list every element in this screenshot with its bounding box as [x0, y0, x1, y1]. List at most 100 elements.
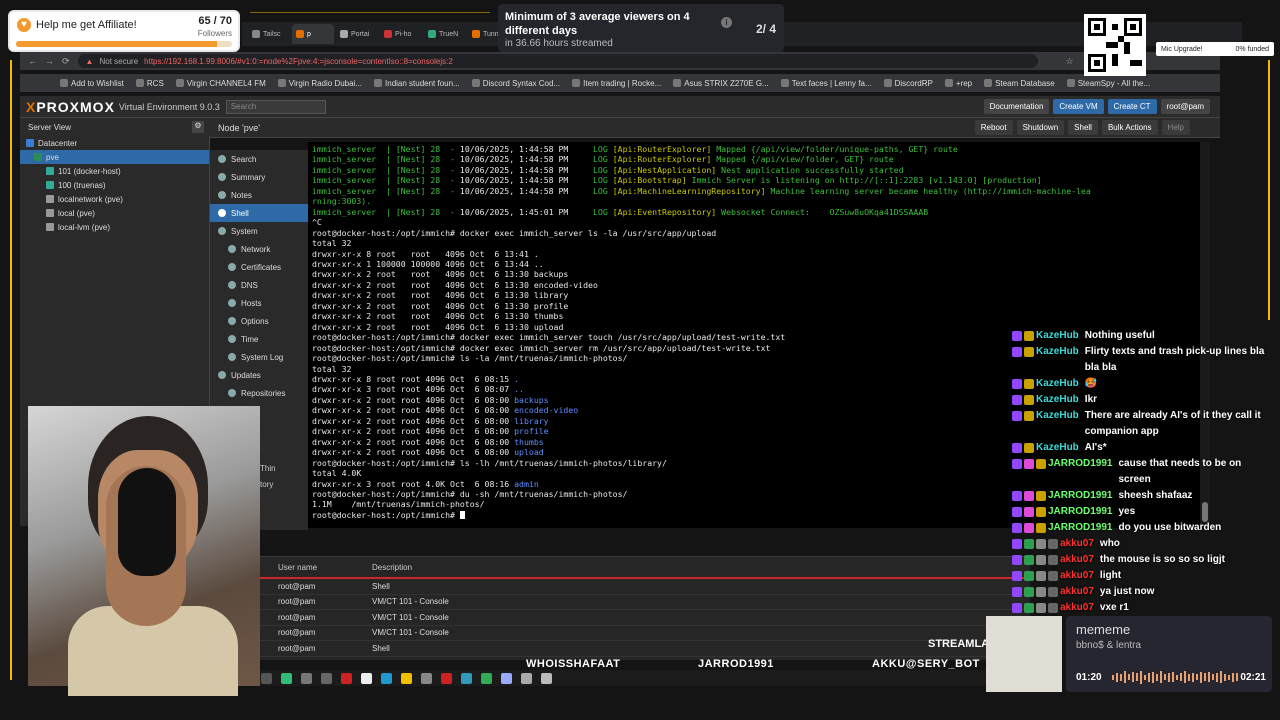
chat-username[interactable]: KazeHub: [1036, 440, 1079, 456]
taskbar-app-icon[interactable]: [401, 672, 412, 684]
menu-item-certificates[interactable]: Certificates: [210, 258, 308, 276]
taskbar-app-icon[interactable]: [521, 672, 532, 684]
bookmark-item[interactable]: SteamSpy - All the...: [1066, 79, 1150, 88]
menu-item-repositories[interactable]: Repositories: [210, 384, 308, 402]
chat-message: akku07 light: [1012, 568, 1274, 584]
taskbar-app-icon[interactable]: [501, 672, 512, 684]
tree-item[interactable]: local (pve): [20, 206, 209, 220]
chat-username[interactable]: akku07: [1060, 536, 1094, 552]
bookmark-item[interactable]: Asus STRIX Z270E G...: [673, 79, 769, 88]
bulk-actions-button[interactable]: Bulk Actions: [1101, 120, 1158, 135]
chat-username[interactable]: JARROD1991: [1048, 456, 1112, 472]
browser-tab[interactable]: Portai: [336, 24, 378, 44]
chat-username[interactable]: KazeHub: [1036, 344, 1079, 360]
forward-icon[interactable]: →: [45, 56, 54, 66]
bookmark-item[interactable]: Add to Wishlist: [60, 79, 124, 88]
bookmark-item[interactable]: RCS: [135, 79, 164, 88]
help-button[interactable]: Help: [1161, 120, 1190, 135]
taskbar-app-icon[interactable]: [421, 672, 432, 684]
chat-username[interactable]: KazeHub: [1036, 376, 1079, 392]
username-column-header[interactable]: User name: [260, 563, 372, 572]
menu-item-network[interactable]: Network: [210, 240, 308, 258]
menu-item-hosts[interactable]: Hosts: [210, 294, 308, 312]
bookmark-item[interactable]: Text faces | Lenny fa...: [780, 79, 872, 88]
menu-item-system[interactable]: System: [210, 222, 308, 240]
chat-username[interactable]: akku07: [1060, 584, 1094, 600]
taskbar-app-icon[interactable]: [321, 672, 332, 684]
chat-username[interactable]: JARROD1991: [1048, 520, 1112, 536]
chat-username[interactable]: JARROD1991: [1048, 488, 1112, 504]
chat-username[interactable]: JARROD1991: [1048, 504, 1112, 520]
menu-item-shell[interactable]: Shell: [210, 204, 308, 222]
menu-item-options[interactable]: Options: [210, 312, 308, 330]
taskbar-app-icon[interactable]: [541, 672, 552, 684]
taskbar-app-icon[interactable]: [301, 672, 312, 684]
taskbar-app-icon[interactable]: [381, 672, 392, 684]
gear-icon[interactable]: ⚙: [192, 121, 204, 133]
reload-icon[interactable]: ⟳: [62, 56, 70, 67]
chat-username[interactable]: akku07: [1060, 600, 1094, 616]
server-view-select[interactable]: Server View: [28, 123, 71, 132]
bookmark-item[interactable]: Virgin Radio Dubai...: [277, 79, 362, 88]
proxmox-search-input[interactable]: Search: [225, 99, 326, 114]
chat-username[interactable]: akku07: [1060, 568, 1094, 584]
taskbar-app-icon[interactable]: [441, 672, 452, 684]
menu-item-updates[interactable]: Updates: [210, 366, 308, 384]
shell-button[interactable]: Shell: [1068, 120, 1098, 135]
back-icon[interactable]: ←: [28, 56, 37, 66]
chat-username[interactable]: KazeHub: [1036, 392, 1079, 408]
taskbar-app-icon[interactable]: [281, 672, 292, 684]
taskbar-app-icon[interactable]: [261, 672, 272, 684]
tree-item[interactable]: 101 (docker-host): [20, 164, 209, 178]
menu-item-system-log[interactable]: System Log: [210, 348, 308, 366]
bookmark-item[interactable]: Virgin CHANNEL4 FM: [175, 79, 266, 88]
taskbar-app-icon[interactable]: [481, 672, 492, 684]
taskbar-app-icon[interactable]: [461, 672, 472, 684]
tree-item[interactable]: Datacenter: [20, 136, 209, 150]
chat-username[interactable]: KazeHub: [1036, 408, 1079, 424]
menu-icon: [218, 191, 226, 199]
bookmark-item[interactable]: Discord Syntax Cod...: [471, 79, 560, 88]
bookmark-item[interactable]: Indian student foun...: [374, 79, 460, 88]
star-icon[interactable]: ☆: [1066, 56, 1074, 67]
user-menu-button[interactable]: root@pam: [1160, 99, 1210, 114]
description-column-header[interactable]: Description: [372, 563, 1030, 572]
chat-username[interactable]: KazeHub: [1036, 328, 1079, 344]
tree-item[interactable]: local-lvm (pve): [20, 220, 209, 234]
task-row[interactable]: root@pam VM/CT 101 - Console: [260, 610, 1030, 626]
tree-node-icon: [26, 139, 34, 147]
chat-username[interactable]: akku07: [1060, 552, 1094, 568]
url-field[interactable]: ▲ Not secure https://192.168.1.99:8006/#…: [77, 54, 1038, 68]
bookmark-item[interactable]: +rep: [944, 79, 972, 88]
bookmark-item[interactable]: Steam Database: [984, 79, 1055, 88]
tree-item[interactable]: localnetwork (pve): [20, 192, 209, 206]
create-vm-button[interactable]: Create VM: [1053, 99, 1104, 114]
bookmark-item[interactable]: Item trading | Rocke...: [572, 79, 661, 88]
task-row[interactable]: root@pam VM/CT 101 - Console: [260, 595, 1030, 610]
reboot-button[interactable]: Reboot: [974, 120, 1013, 135]
bookmark-item[interactable]: DiscordRP: [883, 79, 933, 88]
task-row[interactable]: root@pam Shell: [260, 641, 1030, 657]
menu-item-dns[interactable]: DNS: [210, 276, 308, 294]
taskbar-app-icon[interactable]: [341, 672, 352, 684]
documentation-button[interactable]: Documentation: [983, 99, 1050, 114]
browser-tab[interactable]: Tailsc: [248, 24, 290, 44]
mic-goal-status: 0% funded: [1235, 45, 1269, 53]
menu-item-time[interactable]: Time: [210, 330, 308, 348]
task-row[interactable]: root@pam VM/CT 101 - Console: [260, 626, 1030, 641]
taskbar-app-icon[interactable]: [361, 672, 372, 684]
frame-accent-top: [250, 12, 490, 13]
menu-item-search[interactable]: Search: [210, 150, 308, 168]
browser-tab[interactable]: p: [292, 24, 334, 44]
chat-badge-icon: [1024, 603, 1034, 613]
task-row[interactable]: root@pam Shell: [260, 579, 1030, 595]
create-ct-button[interactable]: Create CT: [1107, 99, 1157, 114]
browser-tab[interactable]: TrueN: [424, 24, 466, 44]
browser-tab[interactable]: Pi-ho: [380, 24, 422, 44]
tree-item[interactable]: 100 (truenas): [20, 178, 209, 192]
chat-message: akku07 vxe r1: [1012, 600, 1274, 616]
menu-item-notes[interactable]: Notes: [210, 186, 308, 204]
tree-item[interactable]: pve: [20, 150, 209, 164]
menu-item-summary[interactable]: Summary: [210, 168, 308, 186]
shutdown-button[interactable]: Shutdown: [1016, 120, 1065, 135]
